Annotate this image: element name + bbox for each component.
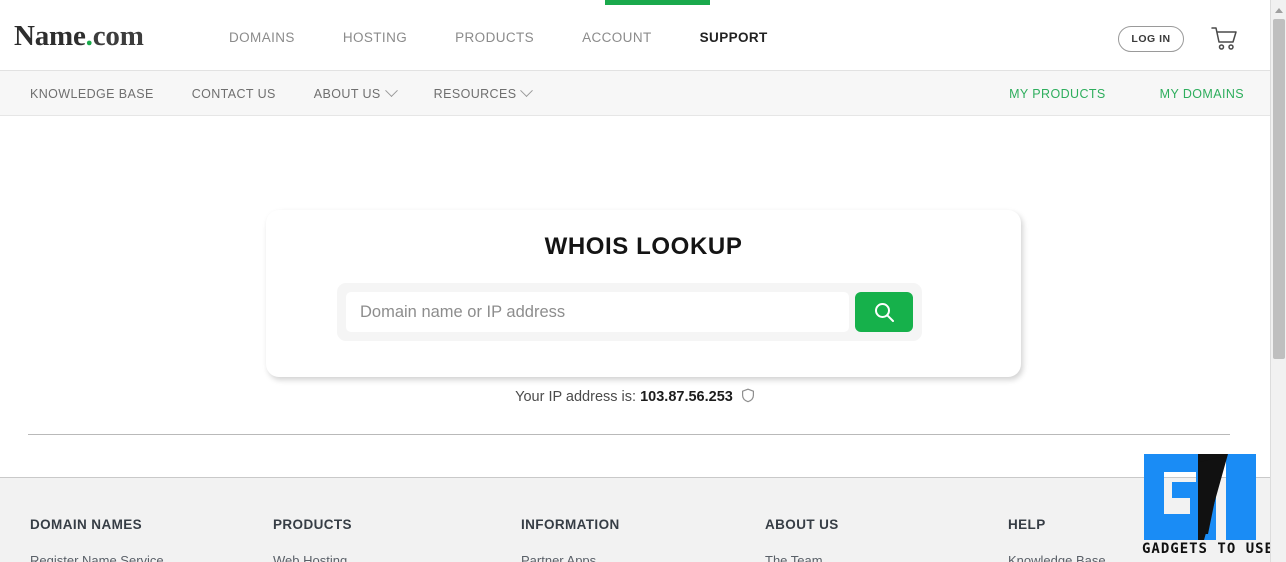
scrollbar-thumb[interactable]: [1273, 19, 1285, 359]
subnav-label: ABOUT US: [313, 86, 381, 101]
page-content: Name.com DOMAINS HOSTING PRODUCTS ACCOUN…: [0, 0, 1270, 562]
active-tab-indicator: [605, 0, 710, 5]
nav-item-account[interactable]: ACCOUNT: [558, 30, 676, 45]
nav-item-support[interactable]: SUPPORT: [676, 30, 792, 45]
footer-link[interactable]: Knowledge Base: [1008, 553, 1106, 562]
chevron-down-icon: [520, 84, 534, 98]
ip-value: 103.87.56.253: [640, 389, 733, 405]
footer-heading: DOMAIN NAMES: [30, 517, 143, 532]
watermark-gadgets-to-use: GADGETS TO USE: [1138, 454, 1278, 562]
logo-dot: .: [85, 20, 93, 52]
nav-item-products[interactable]: PRODUCTS: [431, 30, 558, 45]
shopping-cart-icon[interactable]: [1210, 24, 1240, 54]
subnav-item-my-products[interactable]: MY PRODUCTS: [1009, 87, 1106, 101]
secondary-nav-left: KNOWLEDGE BASE CONTACT US ABOUT US RESOU…: [30, 71, 569, 116]
page-title: WHOIS LOOKUP: [544, 233, 743, 260]
primary-nav: DOMAINS HOSTING PRODUCTS ACCOUNT SUPPORT: [205, 30, 792, 45]
footer-heading: INFORMATION: [521, 517, 620, 532]
footer-heading: PRODUCTS: [273, 517, 352, 532]
logo-name: Name: [14, 20, 86, 52]
footer-column-information: INFORMATION Partner Apps: [521, 517, 620, 562]
whois-lookup-card: WHOIS LOOKUP: [266, 210, 1021, 377]
browser-viewport: Name.com DOMAINS HOSTING PRODUCTS ACCOUN…: [0, 0, 1286, 562]
ip-address-line: Your IP address is: 103.87.56.253: [0, 388, 1270, 405]
footer-column-about-us: ABOUT US The Team: [765, 517, 839, 562]
site-header: Name.com DOMAINS HOSTING PRODUCTS ACCOUN…: [0, 0, 1270, 71]
main-content: WHOIS LOOKUP Your IP address is: 103.87.…: [0, 116, 1270, 476]
footer-column-help: HELP Knowledge Base: [1008, 517, 1106, 562]
search-input[interactable]: [346, 292, 849, 332]
shield-icon: [741, 388, 754, 403]
subnav-label: RESOURCES: [433, 86, 517, 101]
subnav-item-about-us[interactable]: ABOUT US: [313, 84, 434, 101]
subnav-item-knowledge-base[interactable]: KNOWLEDGE BASE: [30, 87, 192, 101]
site-logo[interactable]: Name.com: [14, 20, 144, 53]
subnav-label: KNOWLEDGE BASE: [30, 86, 154, 101]
footer-link[interactable]: Web Hosting: [273, 553, 352, 562]
secondary-nav-right: MY PRODUCTS MY DOMAINS: [1009, 71, 1244, 116]
footer-heading: ABOUT US: [765, 517, 839, 532]
watermark-label: GADGETS TO USE: [1141, 541, 1274, 557]
content-divider: [28, 434, 1230, 435]
footer-link[interactable]: Register Name Service: [30, 553, 164, 562]
footer-column-domain-names: DOMAIN NAMES Register Name Service: [30, 517, 164, 562]
search-button[interactable]: [855, 292, 913, 332]
nav-item-domains[interactable]: DOMAINS: [205, 30, 319, 45]
secondary-nav: KNOWLEDGE BASE CONTACT US ABOUT US RESOU…: [0, 71, 1270, 116]
footer-link[interactable]: Partner Apps: [521, 553, 620, 562]
footer-column-products: PRODUCTS Web Hosting: [273, 517, 352, 562]
subnav-label: CONTACT US: [191, 86, 276, 101]
chevron-down-icon: [384, 84, 398, 98]
gadgets-to-use-logo-icon: [1144, 454, 1256, 540]
logo-tld: com: [92, 20, 144, 52]
magnifier-icon: [875, 303, 894, 322]
nav-item-hosting[interactable]: HOSTING: [319, 30, 431, 45]
footer-link[interactable]: The Team: [765, 553, 839, 562]
subnav-item-contact-us[interactable]: CONTACT US: [192, 87, 314, 101]
site-footer: DOMAIN NAMES Register Name Service PRODU…: [0, 477, 1270, 562]
login-button[interactable]: LOG IN: [1118, 26, 1184, 52]
subnav-item-my-domains[interactable]: MY DOMAINS: [1160, 87, 1244, 101]
scroll-up-arrow-icon[interactable]: [1271, 2, 1286, 18]
footer-heading: HELP: [1008, 517, 1046, 532]
subnav-item-resources[interactable]: RESOURCES: [433, 84, 570, 101]
ip-label: Your IP address is:: [515, 389, 637, 405]
search-container: [337, 283, 922, 341]
vertical-scrollbar[interactable]: [1270, 0, 1286, 562]
